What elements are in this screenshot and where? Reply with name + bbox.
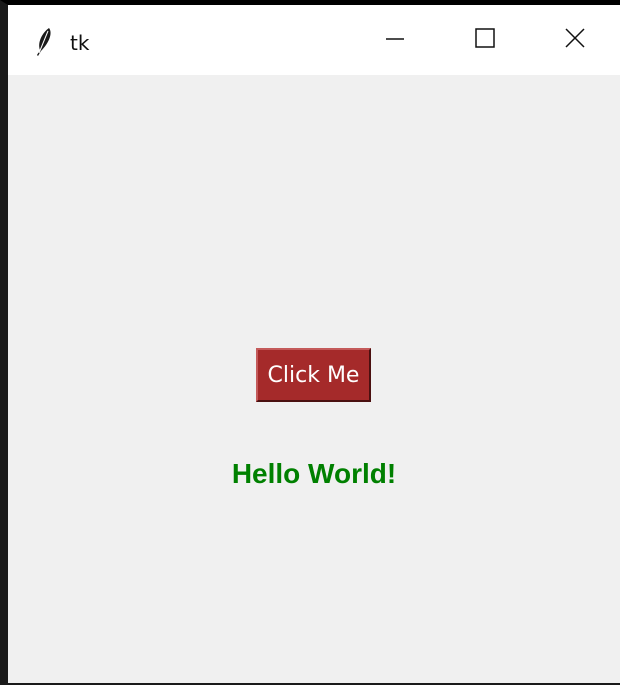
window-title: tk	[70, 31, 90, 55]
minimize-button[interactable]	[350, 5, 440, 75]
maximize-icon	[474, 27, 496, 54]
hello-world-label: Hello World!	[231, 458, 397, 489]
maximize-button[interactable]	[440, 5, 530, 75]
client-area: Click Me Hello World!	[8, 75, 620, 683]
title-bar[interactable]: tk	[8, 5, 620, 75]
minimize-icon	[384, 27, 406, 54]
click-me-button[interactable]: Click Me	[256, 348, 371, 402]
feather-icon	[34, 27, 54, 57]
tk-window: tk Click Me Hello World!	[0, 0, 620, 685]
close-button[interactable]	[530, 5, 620, 75]
close-icon	[564, 27, 586, 54]
